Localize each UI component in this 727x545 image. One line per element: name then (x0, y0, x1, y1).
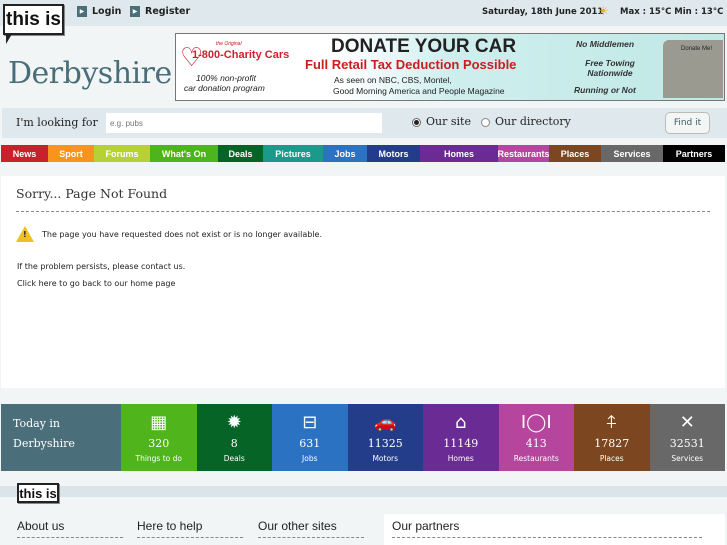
today-tile-things-to-do[interactable]: ▦ 320 Things to do (121, 404, 197, 471)
logo-tail (6, 34, 12, 44)
today-tile-restaurants[interactable]: Ⅰ◯Ⅰ 413 Restaurants (498, 404, 574, 471)
briefcase-icon: ⊟ (302, 412, 318, 433)
today-tile-motors[interactable]: 🚗 11325 Motors (347, 404, 423, 471)
search-label: I'm looking for (16, 116, 98, 129)
deals-pound-icon: ✹ (226, 412, 242, 433)
today-tile-homes[interactable]: ⌂ 11149 Homes (423, 404, 499, 471)
tile-count: 631 (299, 437, 321, 450)
content-panel: Sorry... Page Not Found ! The page you h… (1, 176, 725, 388)
ad-r3: Running or Not (574, 85, 636, 95)
tools-icon: ✕ (679, 412, 695, 433)
ad-tag1: 100% non-profit (196, 73, 257, 83)
ad-seen2: Good Morning America and People Magazine (333, 86, 505, 96)
footer-band (0, 486, 727, 497)
car-icon: 🚗 (374, 412, 397, 433)
find-it-button[interactable]: Find it (665, 112, 710, 134)
tile-label: Things to do (135, 454, 183, 463)
nav-homes[interactable]: Homes (420, 145, 498, 162)
plate-cutlery-icon: Ⅰ◯Ⅰ (520, 412, 552, 433)
ad-subheadline: Full Retail Tax Deduction Possible (305, 57, 517, 72)
contact-line[interactable]: If the problem persists, please contact … (17, 262, 185, 271)
tile-count: 320 (148, 437, 170, 450)
footer-logo[interactable]: this is (17, 483, 59, 503)
sun-cloud-icon: ☀ (598, 4, 609, 18)
footer-other-sites: Our other sites (258, 519, 337, 533)
today-tile-jobs[interactable]: ⊟ 631 Jobs (272, 404, 348, 471)
ad-brand: 1-800-Charity Cars (192, 49, 290, 61)
tile-label: Deals (223, 454, 245, 463)
tile-label: Restaurants (513, 454, 559, 463)
nav-pictures[interactable]: Pictures (263, 145, 323, 162)
ad-seen1: As seen on NBC, CBS, Montel, (334, 75, 452, 85)
tile-count: 17827 (594, 437, 630, 450)
ad-tag2: car donation program (184, 83, 265, 93)
tile-count: 413 (525, 437, 547, 450)
house-icon: ⌂ (455, 412, 467, 433)
car-image: Donate Me! (663, 40, 723, 98)
radio-our-directory[interactable] (481, 118, 490, 127)
tile-label: Motors (372, 454, 399, 463)
ad-headline: DONATE YOUR CAR (331, 36, 517, 57)
nav-jobs[interactable]: Jobs (323, 145, 367, 162)
today-tile-places[interactable]: ⍏ 17827 Places (574, 404, 650, 471)
today-strip: Today in Derbyshire ▦ 320 Things to do ✹ 8 Dea… (1, 404, 725, 471)
footer-about-us: About us (17, 519, 65, 533)
radio-our-site-label[interactable]: Our site (426, 115, 471, 128)
tile-count: 11325 (367, 437, 403, 450)
tile-label: Homes (447, 454, 474, 463)
footer-here-to-help: Here to help (137, 519, 203, 533)
ad-brand-small: the Original (216, 41, 242, 47)
login-label: Login (92, 6, 122, 17)
weather: Max : 15°C Min : 13°C (620, 7, 724, 17)
nav-news[interactable]: News (1, 145, 48, 162)
tile-count: 32531 (669, 437, 705, 450)
error-message: The page you have requested does not exi… (42, 230, 322, 239)
tile-count: 8 (230, 437, 238, 450)
tile-label: Jobs (302, 454, 318, 463)
ad-r1: No Middlemen (576, 39, 635, 49)
nav-partners[interactable]: Partners (663, 145, 725, 162)
nav-what-s-on[interactable]: What's On (150, 145, 218, 162)
calendar-icon: ▦ (150, 412, 168, 433)
arrow-icon: ▶ (77, 6, 87, 17)
home-link[interactable]: Click here to go back to our home page (17, 279, 175, 288)
ad-r2: Free Towing Nationwide (585, 58, 635, 78)
tile-count: 11149 (443, 437, 479, 450)
site-name: Derbyshire (8, 56, 172, 91)
tile-label: Services (671, 454, 704, 463)
page-title: Sorry... Page Not Found (16, 186, 168, 201)
today-tile-deals[interactable]: ✹ 8 Deals (196, 404, 272, 471)
advert-banner[interactable]: ♡ the Original 1-800-Charity Cars 100% n… (175, 33, 725, 101)
today-tile-services[interactable]: ✕ 32531 Services (649, 404, 725, 471)
search-bar: I'm looking for Our site Our directory F… (2, 108, 727, 138)
search-input[interactable] (106, 113, 382, 133)
main-nav: News Sport Forums What's On Deals Pictures Job… (1, 145, 725, 162)
register-link[interactable]: ▶ Register (130, 6, 190, 17)
radio-our-site[interactable] (412, 118, 421, 127)
nav-services[interactable]: Services (601, 145, 663, 162)
nav-forums[interactable]: Forums (94, 145, 150, 162)
nav-restaurants[interactable]: Restaurants (497, 145, 550, 162)
login-link[interactable]: ▶ Login (77, 6, 121, 17)
date: Saturday, 18th June 2011 (482, 7, 604, 17)
radio-our-directory-label[interactable]: Our directory (495, 115, 571, 128)
nav-motors[interactable]: Motors (367, 145, 420, 162)
arrow-icon: ▶ (130, 6, 140, 17)
today-title: Today in Derbyshire (1, 404, 121, 471)
nav-deals[interactable]: Deals (218, 145, 263, 162)
site-logo[interactable]: this is (3, 4, 64, 35)
register-label: Register (145, 6, 191, 17)
tile-label: Places (599, 454, 624, 463)
footer-partners: Our partners (392, 519, 460, 533)
nav-places[interactable]: Places (549, 145, 601, 162)
signpost-icon: ⍏ (606, 412, 618, 433)
nav-sport[interactable]: Sport (48, 145, 94, 162)
